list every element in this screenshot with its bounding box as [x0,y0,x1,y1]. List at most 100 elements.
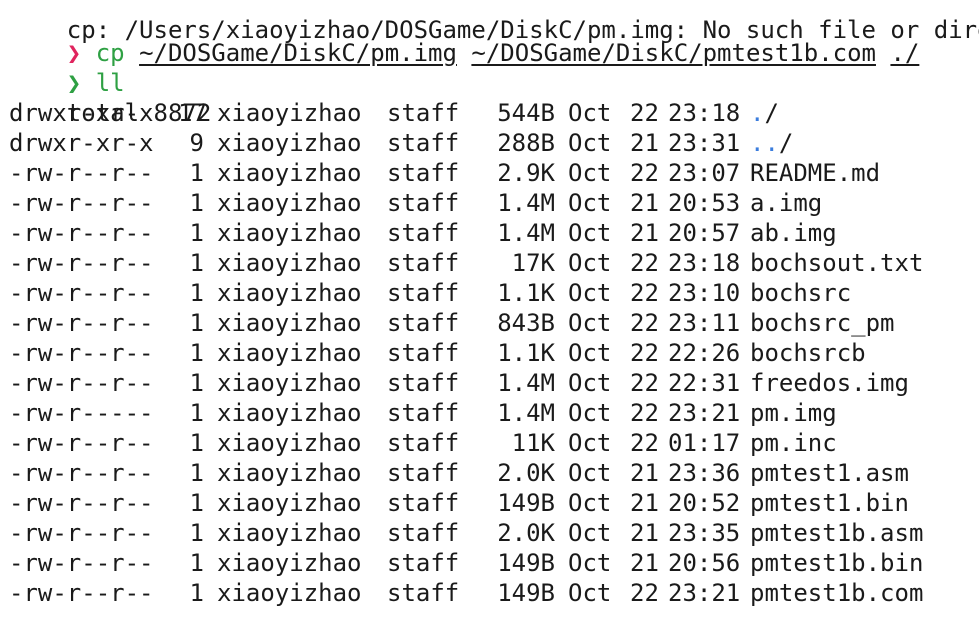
listing-month: Oct [568,459,612,487]
file-name: pm.img [750,399,837,427]
listing-owner: xiaoyizhao [217,219,362,247]
listing-group: staff [387,279,460,307]
listing-links: 1 [189,249,204,277]
listing-day: 21 [630,549,659,577]
listing-group: staff [387,309,460,337]
listing-name: pmtest1b.bin [750,548,923,578]
listing-time: 23:18 [668,249,741,277]
file-name: bochsrc [750,279,852,307]
terminal-window[interactable]: cp: /Users/xiaoyizhao/DOSGame/DiskC/pm.i… [0,0,979,627]
listing-day: 21 [630,219,659,247]
list-item: -rw-r--r-- 1 xiaoyizhao staff 2.9K Oct 22 23:07… [0,158,979,188]
listing-owner: xiaoyizhao [217,369,362,397]
listing-time: 22:31 [668,369,741,397]
listing-size: 149B [497,549,555,577]
file-name: pmtest1.bin [750,489,909,517]
listing-day: 21 [630,489,659,517]
listing-group: staff [387,249,460,277]
listing-size: 288B [497,129,555,157]
listing-size: 544B [497,99,555,127]
command-arg-path: ~/DOSGame/DiskC/pm.img [139,39,457,67]
listing-day: 22 [630,309,659,337]
listing-day: 21 [630,129,659,157]
listing-group: staff [387,399,460,427]
listing-name: ab.img [750,218,837,248]
listing-month: Oct [568,489,612,517]
command-arg-path: ~/DOSGame/DiskC/pmtest1b.com [471,39,876,67]
listing-size: 1.1K [497,339,555,367]
listing-group: staff [387,549,460,577]
listing-perm: -rw-r--r-- [9,219,154,247]
list-item: -rw-r--r-- 1 xiaoyizhao staff 17K Oct 22 23:18 b… [0,248,979,278]
file-name: / [778,129,794,157]
file-name: ab.img [750,219,837,247]
listing-size: 1.4M [497,369,555,397]
list-item: -rw-r--r-- 1 xiaoyizhao staff 2.0K Oct 21 23:35… [0,518,979,548]
list-item: -rw-r--r-- 1 xiaoyizhao staff 1.1K Oct 22 23:10… [0,278,979,308]
file-name: pmtest1.asm [750,459,909,487]
listing-group: staff [387,579,460,607]
listing-group: staff [387,489,460,517]
listing-name: README.md [750,158,880,188]
listing-perm: -rw-r--r-- [9,549,154,577]
listing-time: 23:35 [668,519,741,547]
listing-perm: -rw-r--r-- [9,579,154,607]
listing-month: Oct [568,279,612,307]
listing-links: 1 [189,489,204,517]
listing-month: Oct [568,519,612,547]
listing-links: 1 [189,309,204,337]
listing-day: 22 [630,249,659,277]
listing-owner: xiaoyizhao [217,459,362,487]
listing-day: 21 [630,519,659,547]
file-name: README.md [750,159,881,187]
file-name: pmtest1b.com [750,579,924,607]
listing-group: staff [387,129,460,157]
listing-group: staff [387,519,460,547]
listing-month: Oct [568,369,612,397]
listing-owner: xiaoyizhao [217,189,362,217]
file-name: freedos.img [750,369,909,397]
listing-time: 23:10 [668,279,741,307]
directory-dots: .. [750,129,779,157]
listing-links: 17 [178,99,207,127]
listing-links: 1 [189,339,204,367]
listing-day: 22 [630,429,659,457]
listing-perm: -rw-r--r-- [9,189,154,217]
listing-time: 20:52 [668,489,741,517]
listing-owner: xiaoyizhao [217,159,362,187]
listing-time: 20:53 [668,189,741,217]
total-line: total 8872 [9,68,212,127]
listing-name: bochsrc_pm [750,308,895,338]
listing-group: staff [387,219,460,247]
listing-links: 1 [189,369,204,397]
listing-owner: xiaoyizhao [217,279,362,307]
list-item: -rw-r--r-- 1 xiaoyizhao staff 1.4M Oct 22 22:31… [0,368,979,398]
list-item: -rw-r--r-- 1 xiaoyizhao staff 149B Oct 22 23:21… [0,578,979,608]
listing-owner: xiaoyizhao [217,99,362,127]
listing-links: 1 [189,549,204,577]
listing-month: Oct [568,549,612,577]
file-name: pmtest1b.asm [750,519,924,547]
listing-links: 1 [189,459,204,487]
listing-time: 20:56 [668,549,741,577]
list-item: -rw-r--r-- 1 xiaoyizhao staff 149B Oct 21 20:56… [0,548,979,578]
listing-size: 149B [497,489,555,517]
listing-month: Oct [568,399,612,427]
file-name: pmtest1b.bin [750,549,924,577]
listing-perm: -rw-r--r-- [9,489,154,517]
file-name: pm.inc [750,429,837,457]
listing-month: Oct [568,249,612,277]
listing-links: 9 [189,129,204,157]
listing-day: 22 [630,399,659,427]
listing-owner: xiaoyizhao [217,489,362,517]
list-item: -rw-r--r-- 1 xiaoyizhao staff 2.0K Oct 21 23:36… [0,458,979,488]
directory-dots: . [750,99,765,127]
list-item: -rw-r--r-- 1 xiaoyizhao staff 1.4M Oct 21 20:57… [0,218,979,248]
listing-time: 23:21 [668,399,741,427]
listing-month: Oct [568,309,612,337]
listing-day: 21 [630,189,659,217]
listing-name: pmtest1b.asm [750,518,923,548]
listing-time: 22:26 [668,339,741,367]
listing-owner: xiaoyizhao [217,399,362,427]
listing-perm: drwxr-xr-x [9,99,154,127]
